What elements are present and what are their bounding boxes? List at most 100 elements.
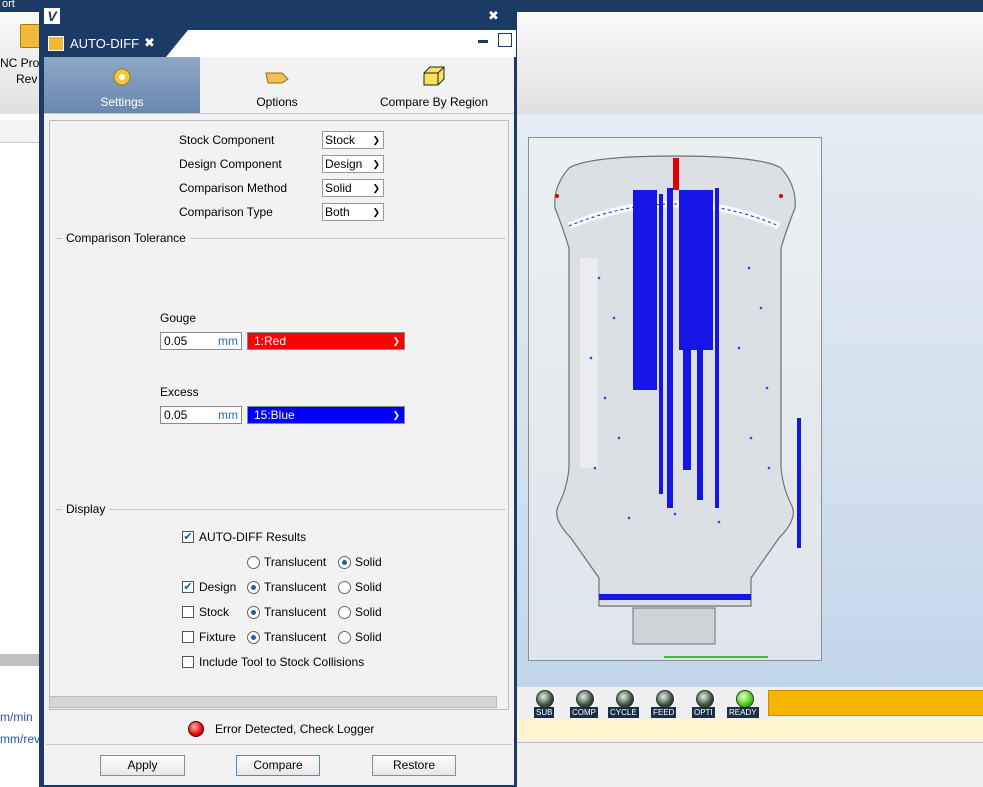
apply-button[interactable]: Apply	[100, 755, 185, 776]
stock-solid-radio[interactable]	[338, 606, 351, 619]
feed-unit-2: mm/rev	[0, 732, 40, 746]
led-comp	[576, 690, 594, 708]
comparison-method-label: Comparison Method	[179, 181, 288, 195]
design-component-label: Design Component	[179, 157, 282, 171]
app-logo-icon: V	[44, 8, 60, 24]
toolbar-item-label: NC Pro	[0, 56, 40, 70]
gouge-color-value: 1:Red	[254, 334, 287, 348]
gouge-tolerance-input[interactable]: 0.05 mm	[160, 332, 242, 350]
feed-unit-1: m/min	[0, 710, 33, 724]
excess-value: 0.05	[164, 408, 188, 422]
results-solid-label: Solid	[355, 555, 382, 569]
dialog-close-button[interactable]: ✖	[488, 8, 499, 24]
chevron-down-icon: ❯	[372, 135, 380, 145]
stock-component-value: Stock	[325, 133, 356, 147]
led-feed	[656, 690, 674, 708]
undock-icon[interactable]	[498, 33, 512, 47]
gouge-label: Gouge	[160, 311, 197, 325]
led-ready	[736, 690, 754, 708]
fixture-label: Fixture	[199, 630, 236, 644]
gear-icon	[113, 68, 131, 86]
compare-button[interactable]: Compare	[236, 755, 320, 776]
folder-icon	[48, 36, 64, 51]
chevron-down-icon: ❯	[372, 159, 380, 169]
tab-close-button[interactable]: ✖	[144, 35, 155, 51]
tab-compare-by-region[interactable]: Compare By Region	[354, 57, 514, 113]
comparison-method-select[interactable]: Solid ❯	[322, 179, 384, 197]
chevron-down-icon: ❯	[392, 410, 400, 420]
led-ready-label: READY	[727, 707, 759, 718]
tolerance-group-title: Comparison Tolerance	[62, 231, 190, 245]
error-indicator-icon	[188, 721, 204, 737]
settings-subtabs: Settings Options Compare By Region	[44, 57, 514, 114]
stock-component-select[interactable]: Stock ❯	[322, 131, 384, 149]
toolbar-item-label-2: Rev	[16, 72, 38, 86]
stock-solid-label: Solid	[355, 605, 382, 619]
gouge-value: 0.05	[164, 334, 188, 348]
include-tool-checkbox[interactable]	[182, 656, 194, 668]
fixture-translucent-label: Translucent	[264, 630, 327, 644]
tab-settings[interactable]: Settings	[44, 57, 200, 113]
design-translucent-label: Translucent	[264, 580, 327, 594]
tab-options[interactable]: Options	[200, 57, 354, 113]
stock-component-label: Stock Component	[179, 133, 275, 147]
design-solid-label: Solid	[355, 580, 382, 594]
stock-label: Stock	[199, 605, 230, 619]
fixture-solid-label: Solid	[355, 630, 382, 644]
design-component-value: Design	[325, 157, 363, 171]
fixture-translucent-radio[interactable]	[247, 631, 260, 644]
excess-color-select[interactable]: 15:Blue ❯	[247, 406, 405, 424]
status-message-bar	[768, 690, 983, 716]
led-sub-label: SUB	[534, 707, 555, 718]
design-component-select[interactable]: Design ❯	[322, 155, 384, 173]
comparison-method-value: Solid	[325, 181, 352, 195]
led-feed-label: FEED	[651, 707, 677, 718]
design-checkbox[interactable]: ✔	[182, 581, 194, 593]
bg-divider	[517, 742, 983, 743]
tab-settings-label: Settings	[100, 95, 144, 109]
gouge-color-select[interactable]: 1:Red ❯	[247, 332, 405, 350]
excess-unit: mm	[218, 408, 238, 422]
comparison-type-select[interactable]: Both ❯	[322, 203, 384, 221]
left-panel-header	[0, 120, 40, 143]
tab-auto-diff[interactable]: AUTO-DIFF ✖	[42, 30, 166, 57]
design-label: Design	[199, 580, 237, 594]
auto-diff-results-label: AUTO-DIFF Results	[199, 530, 307, 544]
horizontal-scrollbar[interactable]	[49, 696, 497, 708]
fixture-solid-radio[interactable]	[338, 631, 351, 644]
results-translucent-radio[interactable]	[247, 556, 260, 569]
progress-line	[664, 656, 768, 658]
tab-title: AUTO-DIFF	[70, 36, 140, 51]
button-divider	[46, 744, 512, 745]
stock-translucent-radio[interactable]	[247, 606, 260, 619]
stock-checkbox[interactable]	[182, 606, 194, 618]
model-viewport[interactable]	[528, 137, 822, 661]
restore-button[interactable]: Restore	[372, 755, 456, 776]
tab-corner	[166, 30, 188, 57]
excess-label: Excess	[160, 385, 199, 399]
tab-compare-by-region-label: Compare By Region	[379, 95, 489, 109]
excess-tolerance-input[interactable]: 0.05 mm	[160, 406, 242, 424]
led-opti-label: OPTI	[692, 707, 715, 718]
include-tool-label: Include Tool to Stock Collisions	[199, 655, 365, 669]
box-region-icon	[423, 66, 445, 86]
left-panel: m/min mm/rev	[0, 114, 40, 787]
led-sub	[536, 690, 554, 708]
fixture-checkbox[interactable]	[182, 631, 194, 643]
auto-diff-results-checkbox[interactable]: ✔	[182, 531, 194, 543]
chevron-down-icon: ❯	[372, 207, 380, 217]
led-cycle	[616, 690, 634, 708]
led-opti	[696, 690, 714, 708]
design-solid-radio[interactable]	[338, 581, 351, 594]
display-group-title: Display	[62, 502, 110, 516]
results-solid-radio[interactable]	[338, 556, 351, 569]
status-info-bar	[517, 719, 983, 739]
left-panel-scrollbar[interactable]	[0, 654, 40, 666]
results-translucent-label: Translucent	[264, 555, 327, 569]
led-comp-label: COMP	[570, 707, 598, 718]
minimize-icon[interactable]	[478, 40, 488, 43]
display-group-line	[56, 509, 506, 510]
design-translucent-radio[interactable]	[247, 581, 260, 594]
gouge-unit: mm	[218, 334, 238, 348]
excess-color-value: 15:Blue	[254, 408, 295, 422]
